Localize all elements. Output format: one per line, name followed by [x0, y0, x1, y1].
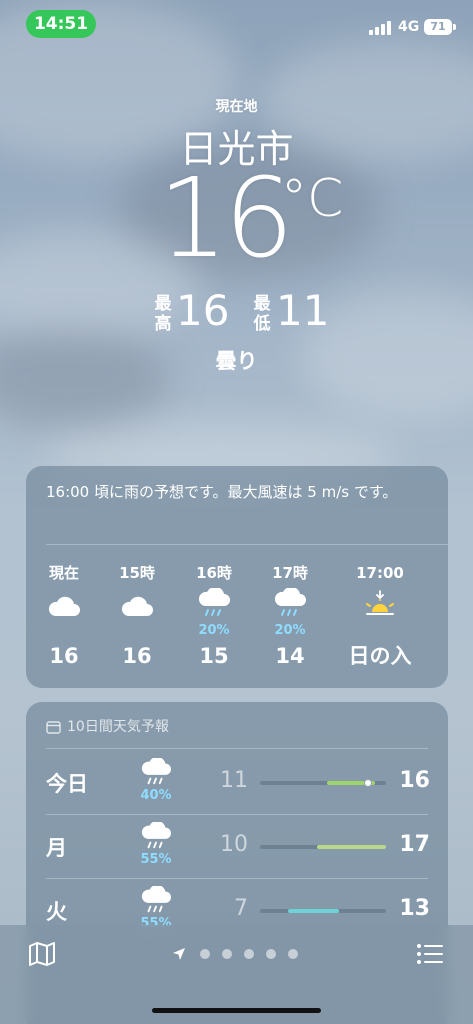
network-type: 4G [398, 19, 420, 35]
status-time[interactable]: 14:51 [26, 10, 96, 38]
low-temperature: 7 [234, 896, 248, 921]
sunset-icon [330, 588, 430, 624]
forecast-summary: 16:00 頃に雨の予想です。最大風速は 5 m/s です。 [46, 483, 398, 501]
cloud-rain-icon [141, 822, 171, 849]
low-temperature: 11 [276, 286, 330, 335]
precipitation-chance: 20% [274, 623, 306, 638]
cloud-icon [26, 588, 102, 624]
temperature-range-fill [316, 845, 386, 849]
calendar-icon [46, 721, 61, 734]
temperature-range-bar [260, 845, 386, 849]
daily-forecast-title: 10日間天気予報 [67, 719, 169, 735]
location-label: 現在地 [215, 99, 258, 115]
day-name: 月 [46, 836, 67, 860]
precipitation-chance [99, 624, 175, 638]
hour-label: 16時 [196, 564, 232, 582]
low-label-char-2: 低 [253, 314, 271, 334]
high-label-char-2: 高 [154, 314, 172, 334]
precipitation-chance: 20% [198, 623, 230, 638]
low-temperature: 10 [220, 832, 248, 857]
status-bar: 14:51 4G 71 [0, 0, 473, 48]
current-temperature: 16 [158, 154, 294, 282]
bottom-toolbar [0, 925, 473, 1024]
daily-row[interactable]: 今日 40% 11 16 [26, 750, 448, 814]
high-label-char-1: 最 [154, 294, 172, 314]
page-dot[interactable] [244, 949, 254, 959]
temperature-range-bar [260, 909, 386, 913]
hour-item: 15時 16 [99, 562, 175, 668]
current-temperature-marker [364, 779, 373, 787]
hour-temperature: 15 [199, 644, 229, 668]
battery-icon: 71 [424, 19, 452, 35]
divider [46, 544, 448, 545]
precipitation-chance [26, 624, 102, 638]
low-label: 最低 [252, 294, 272, 334]
hour-item: 17:00 日の入 [330, 562, 430, 668]
hourly-forecast-card[interactable]: 16:00 頃に雨の予想です。最大風速は 5 m/s です。 現在 16 15時… [26, 466, 448, 688]
home-indicator[interactable] [152, 1008, 321, 1013]
daily-row[interactable]: 月 55% 10 17 [26, 814, 448, 878]
high-temperature: 16 [176, 286, 230, 335]
location-header: 現在地 日光市 16 °C [0, 96, 473, 287]
cloud-rain-icon [141, 758, 171, 785]
hour-label: 17:00 [356, 564, 404, 582]
cloud-rain-icon [252, 588, 328, 624]
day-name: 火 [46, 900, 67, 924]
hour-item: 現在 16 [26, 562, 102, 668]
cellular-signal-icon [369, 21, 393, 35]
list-icon[interactable] [416, 943, 444, 965]
precipitation-chance: 55% [140, 852, 172, 867]
sunset-label: 日の入 [348, 644, 412, 668]
precipitation-chance [330, 624, 430, 638]
battery-tip [453, 24, 456, 30]
hour-label: 17時 [272, 564, 308, 582]
hour-temperature: 16 [49, 644, 79, 668]
hour-label: 15時 [119, 564, 155, 582]
weather-condition: 曇り [215, 349, 258, 373]
low-label-char-1: 最 [253, 294, 271, 314]
high-label: 最高 [153, 294, 173, 334]
hour-temperature: 14 [275, 644, 305, 668]
hour-item: 16時 20% 15 [176, 562, 252, 668]
page-dot[interactable] [266, 949, 276, 959]
hour-label: 現在 [48, 564, 79, 582]
high-temperature: 17 [399, 832, 430, 857]
low-temperature: 11 [220, 768, 248, 793]
temperature-range-fill [287, 909, 340, 913]
map-icon[interactable] [28, 941, 56, 967]
daily-forecast-header: 10日間天気予報 [46, 716, 169, 736]
precipitation-chance: 40% [140, 788, 172, 803]
high-temperature: 13 [399, 896, 430, 921]
page-dot[interactable] [222, 949, 232, 959]
cloud-rain-icon [176, 588, 252, 624]
page-dot[interactable] [200, 949, 210, 959]
temperature-unit: °C [281, 169, 344, 229]
location-arrow-icon [173, 948, 185, 960]
high-temperature: 16 [399, 768, 430, 793]
divider [46, 748, 428, 749]
hour-temperature: 16 [122, 644, 152, 668]
high-low: 最高 16 最低 11 [0, 290, 473, 340]
temperature-range-bar [260, 779, 386, 787]
day-name: 今日 [46, 772, 88, 796]
page-dot[interactable] [288, 949, 298, 959]
hour-item: 17時 20% 14 [252, 562, 328, 668]
cloud-rain-icon [141, 886, 171, 913]
cloud-icon [99, 588, 175, 624]
